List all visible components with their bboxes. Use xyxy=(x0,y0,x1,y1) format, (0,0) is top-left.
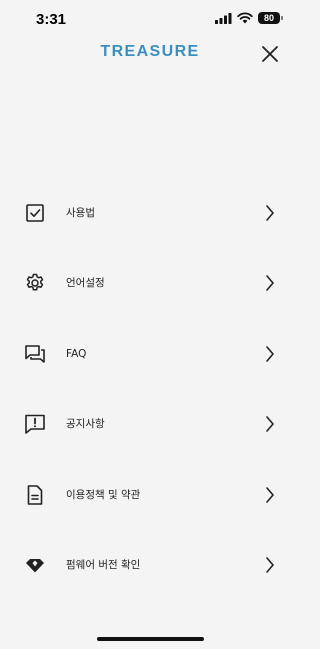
status-bar: 3:31 80 xyxy=(0,0,300,40)
status-time: 3:31 xyxy=(36,11,67,28)
chevron-right-icon xyxy=(266,416,274,432)
menu-item-label: FAQ xyxy=(66,347,87,360)
chevron-right-icon xyxy=(266,557,274,573)
chevron-right-icon xyxy=(266,486,274,503)
menu-item-notices[interactable]: 공지사항 xyxy=(0,389,300,459)
signal-icon xyxy=(215,12,232,24)
menu-item-faq[interactable]: FAQ xyxy=(0,319,300,389)
chevron-right-icon xyxy=(266,275,274,292)
settings-menu: 사용법 언어설정 FAQ 공지사항 이용정책 및 약관 펌웨어 버전 확인 xyxy=(0,178,300,600)
document-icon xyxy=(27,484,43,505)
logo: TREASURE xyxy=(100,43,200,60)
menu-item-label: 언어설정 xyxy=(66,277,105,290)
close-icon xyxy=(262,46,278,62)
alert-message-icon xyxy=(25,414,45,434)
chevron-right-icon xyxy=(266,205,274,221)
menu-item-label: 이용정책 및 약관 xyxy=(66,488,141,501)
menu-item-firmware[interactable]: 펌웨어 버전 확인 xyxy=(0,530,300,600)
battery-level: 80 xyxy=(263,13,274,23)
gear-icon xyxy=(26,274,44,291)
close-button[interactable] xyxy=(260,44,280,64)
header: TREASURE xyxy=(0,40,300,70)
diamond-icon xyxy=(26,558,44,573)
home-indicator xyxy=(97,637,204,641)
menu-item-label: 펌웨어 버전 확인 xyxy=(66,558,141,571)
wifi-icon xyxy=(237,12,253,24)
menu-item-usage[interactable]: 사용법 xyxy=(0,178,300,248)
menu-item-label: 사용법 xyxy=(66,207,95,219)
chevron-right-icon xyxy=(266,345,274,362)
menu-item-language[interactable]: 언어설정 xyxy=(0,248,300,318)
checkbox-icon xyxy=(26,204,44,222)
chat-bubbles-icon xyxy=(25,344,45,363)
battery-icon: 80 xyxy=(258,12,283,24)
menu-item-terms[interactable]: 이용정책 및 약관 xyxy=(0,460,300,530)
status-icons: 80 xyxy=(215,12,283,24)
menu-item-label: 공지사항 xyxy=(66,418,105,431)
